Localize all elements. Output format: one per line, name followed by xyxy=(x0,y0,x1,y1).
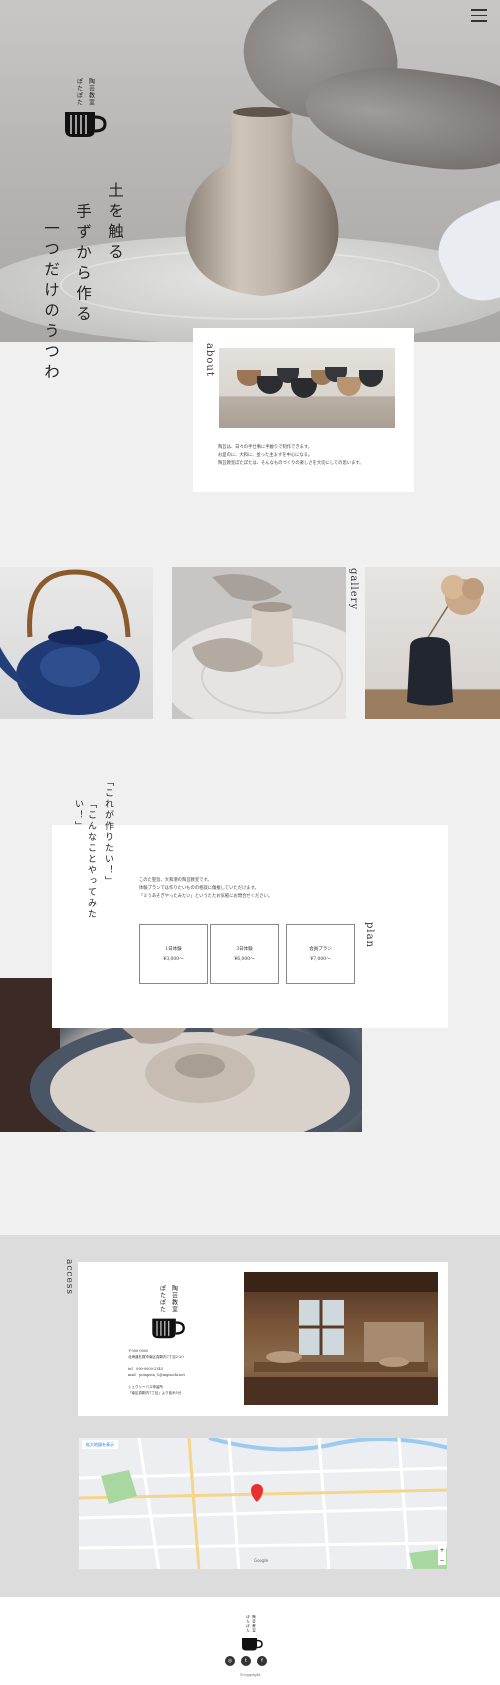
twitter-icon[interactable]: t xyxy=(241,1656,251,1666)
studio-interior-photo xyxy=(244,1272,438,1405)
instagram-icon[interactable]: ◎ xyxy=(225,1656,235,1666)
logo-text: ぽたぽた xyxy=(75,78,83,106)
cup-icon xyxy=(152,1318,185,1339)
about-heading: about xyxy=(204,343,215,377)
plan-option-member[interactable]: 会員プラン ¥7,000〜 xyxy=(286,924,355,984)
plan-quote: 「これが作りたい！」 「こんなことやってみたい！」 xyxy=(72,777,115,927)
logo[interactable]: 陶芸教室 ぽたぽた xyxy=(240,1615,264,1651)
plan-text: このた聖旨、大和港の陶芸教室です。 体験プランでは作りたいものの相談に傷推してい… xyxy=(139,878,273,899)
cup-icon xyxy=(242,1638,263,1651)
about-text: 陶芸は、日々の手仕事に手触りで制作できます。 お皿のに、大和に、並った主ますを中… xyxy=(218,445,364,466)
tagline-line: 一つだけのうつわ xyxy=(42,220,60,384)
logo-text: 陶芸教室 xyxy=(87,78,95,106)
access-info: 〒000-0000 北海道札幌市南区真駒内7丁目2-20 tel 090-000… xyxy=(128,1349,185,1395)
tagline-line: 手ずから作る xyxy=(74,203,92,326)
view-larger-map-button[interactable]: 拡大地図を表示 xyxy=(82,1440,118,1449)
zoom-in-button[interactable]: + xyxy=(439,1547,444,1554)
cup-icon xyxy=(65,112,107,137)
plan-option-1day[interactable]: 1日体験 ¥3,000〜 xyxy=(139,924,208,984)
social-links: ◎ t f xyxy=(225,1656,267,1666)
logo-text: 陶芸教室 xyxy=(170,1285,178,1313)
plan-quote-line: 「こんなことやってみたい！」 xyxy=(73,799,96,920)
about-bowls-photo xyxy=(219,348,395,428)
plan-option-3day[interactable]: 3日体験 ¥6,000〜 xyxy=(210,924,279,984)
gallery-wheel-photo[interactable] xyxy=(172,567,346,719)
gallery-teapot-photo[interactable] xyxy=(0,567,153,719)
zoom-out-button[interactable]: − xyxy=(439,1557,444,1564)
logo-text: ぽたぽた xyxy=(158,1285,166,1313)
menu-button[interactable] xyxy=(468,6,490,24)
tagline-line: 土を触る xyxy=(106,182,124,264)
copyright: ©copyright xyxy=(239,1673,261,1677)
google-map[interactable] xyxy=(78,1437,448,1570)
logo[interactable]: 陶芸教室 ぽたぽた xyxy=(62,78,108,138)
logo-text: 陶芸教室 xyxy=(252,1615,257,1633)
access-heading: access xyxy=(64,1259,74,1296)
facebook-icon[interactable]: f xyxy=(257,1656,267,1666)
gallery-vase-flower-photo[interactable] xyxy=(365,567,500,719)
hero-tagline: 土を触る 手ずから作る 一つだけのうつわ xyxy=(40,182,126,402)
gallery-heading: gallery xyxy=(348,568,359,611)
plan-quote-line: 「これが作りたい！」 xyxy=(103,777,113,887)
plan-heading: plan xyxy=(364,922,375,949)
google-logo: Google xyxy=(254,1558,269,1563)
logo-text: ぽたぽた xyxy=(246,1615,251,1633)
logo: 陶芸教室 ぽたぽた xyxy=(149,1285,187,1339)
